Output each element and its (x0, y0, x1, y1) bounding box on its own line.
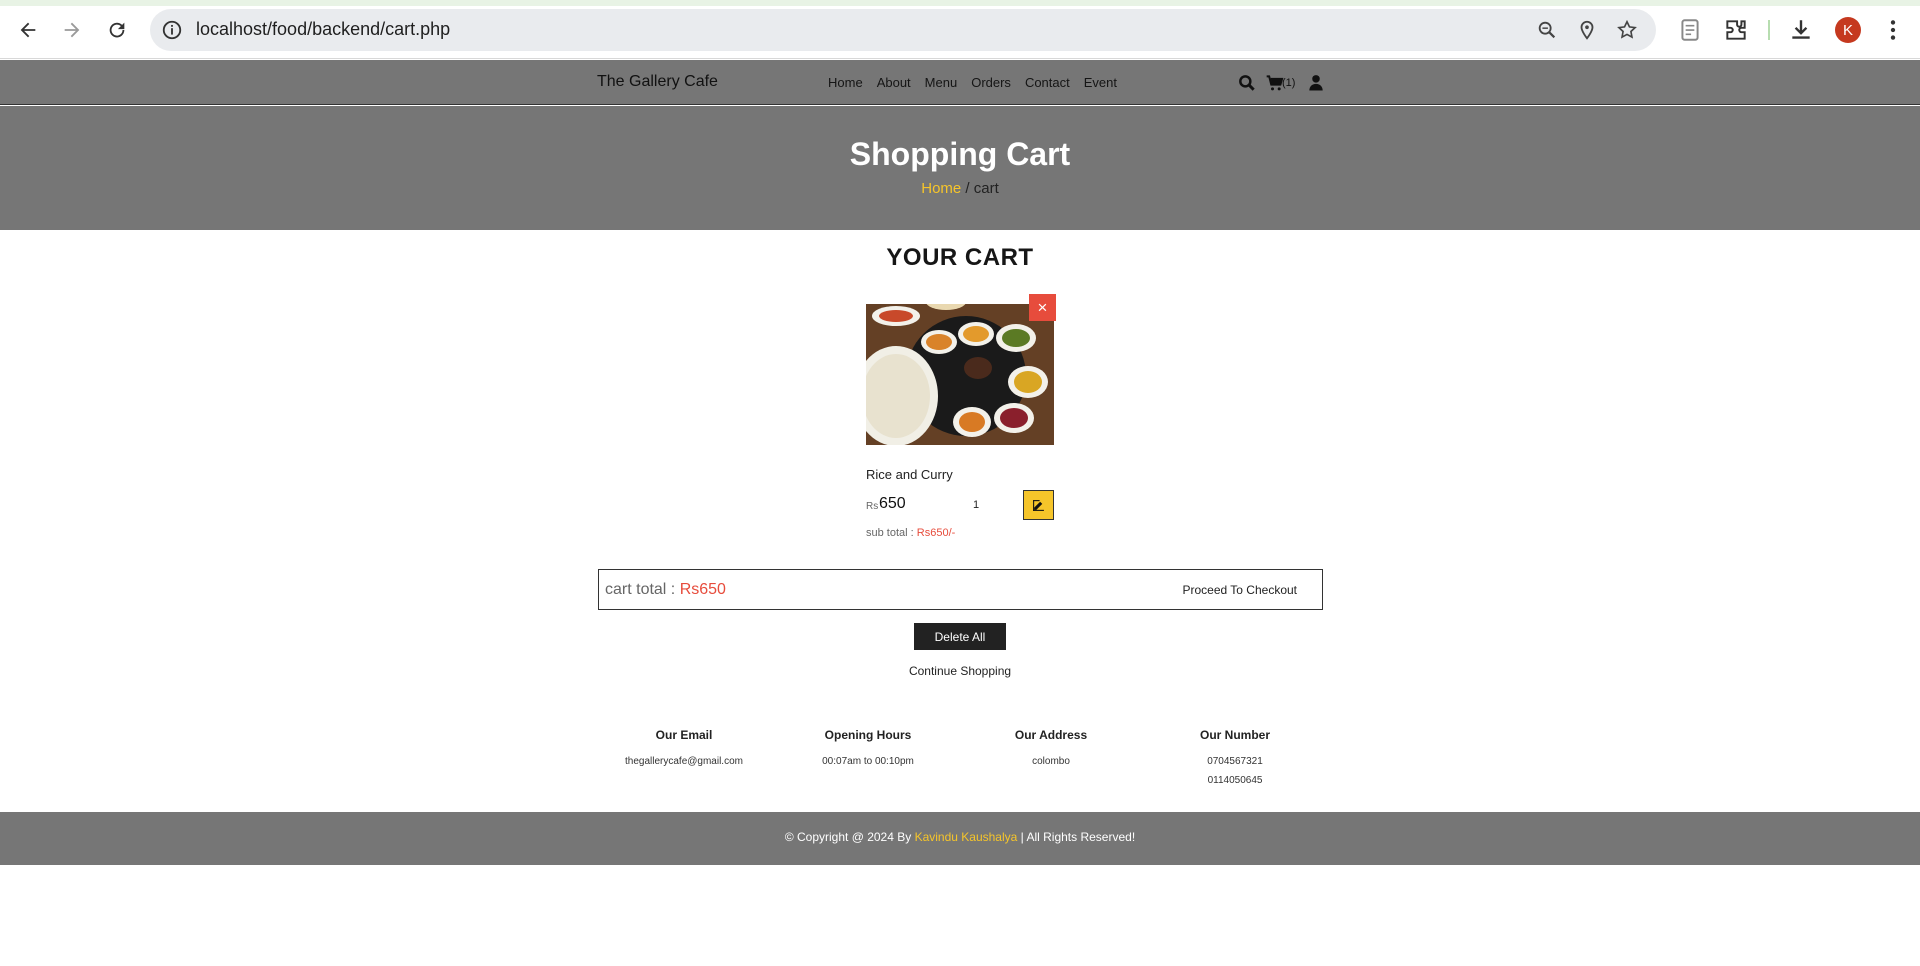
nav-menu[interactable]: Menu (925, 75, 958, 90)
download-icon[interactable] (1788, 17, 1814, 43)
subtotal-value: Rs650/- (916, 527, 956, 539)
edit-icon (1033, 499, 1044, 511)
nav-home[interactable]: Home (828, 75, 863, 90)
copyright-prefix: © Copyright @ 2024 By (784, 830, 915, 844)
site-logo[interactable]: The Gallery Cafe (597, 73, 718, 91)
email-heading: Our Email (655, 728, 713, 742)
info-address: Our Address colombo (961, 728, 1141, 771)
extensions-icon[interactable] (1723, 17, 1749, 43)
main-nav: Home About Menu Orders Contact Event (828, 75, 1131, 90)
number-heading: Our Number (1199, 728, 1270, 742)
continue-shopping-link: Continue Shopping (0, 664, 1920, 678)
info-hours: Opening Hours 00:07am to 00:10pm (778, 728, 958, 771)
hours-value: 00:07am to 00:10pm (822, 756, 914, 767)
breadcrumb-current: / cart (961, 180, 999, 197)
address-bar[interactable]: localhost/food/backend/cart.php (150, 9, 1656, 51)
breadcrumb-home-link[interactable]: Home (921, 180, 961, 197)
nav-event[interactable]: Event (1084, 75, 1117, 90)
arrow-left-icon (20, 22, 36, 38)
browser-toolbar: localhost/food/backend/cart.php K (0, 0, 1920, 59)
cart-heading: YOUR CART (886, 244, 1034, 271)
location-icon[interactable] (1576, 19, 1598, 41)
product-price: 650 (879, 495, 906, 512)
page-title: Shopping Cart (849, 136, 1071, 172)
toolbar-separator (1768, 20, 1770, 40)
address-value: colombo (1032, 756, 1070, 767)
address-heading: Our Address (1014, 728, 1088, 742)
nav-orders[interactable]: Orders (971, 75, 1011, 90)
delete-all-button[interactable]: Delete All (914, 623, 1006, 650)
cart-total-value: Rs650 (679, 581, 726, 598)
product-image (866, 304, 1054, 445)
copyright-suffix: | All Rights Reserved! (1017, 830, 1136, 844)
nav-about[interactable]: About (877, 75, 911, 90)
cart-total: cart total : Rs650 (605, 581, 726, 599)
copyright-bar: © Copyright @ 2024 By Kavindu Kaushalya … (0, 812, 1920, 865)
reload-icon (109, 22, 125, 38)
reading-mode-icon[interactable] (1677, 17, 1703, 43)
site-header: The Gallery Cafe Home About Menu Orders … (0, 60, 1920, 105)
bookmark-star-icon[interactable] (1616, 19, 1638, 41)
cart-total-label: cart total : (605, 581, 680, 598)
info-email: Our Email thegallerycafe@gmail.com (594, 728, 774, 771)
cart-count-badge[interactable]: (1) (1282, 77, 1295, 89)
continue-shopping-text[interactable]: Continue Shopping (909, 664, 1011, 678)
subtotal-label: sub total : (866, 527, 917, 539)
quantity-input[interactable]: 1 (973, 499, 979, 511)
author-link[interactable]: Kavindu Kaushalya (915, 830, 1018, 844)
user-icon[interactable] (1306, 73, 1326, 93)
remove-item-button[interactable]: × (1029, 294, 1056, 321)
product-name: Rice and Curry (866, 467, 953, 482)
tab-strip-edge (0, 0, 1920, 6)
reload-button[interactable] (102, 15, 132, 45)
phone-number-1: 0704567321 (1207, 756, 1263, 767)
back-button[interactable] (13, 15, 43, 45)
hours-heading: Opening Hours (824, 728, 912, 742)
breadcrumb: Home / cart (0, 180, 1920, 197)
email-value: thegallerycafe@gmail.com (625, 756, 743, 767)
forward-button[interactable] (57, 15, 87, 45)
page-banner: Shopping Cart Home / cart (0, 106, 1920, 230)
phone-number-2: 0114050645 (1207, 775, 1263, 786)
profile-avatar[interactable]: K (1835, 17, 1861, 43)
arrow-right-icon (64, 22, 80, 38)
price-currency: Rs (866, 501, 879, 512)
nav-contact[interactable]: Contact (1025, 75, 1070, 90)
search-icon[interactable] (1237, 73, 1257, 93)
more-menu-icon[interactable] (1880, 17, 1906, 43)
item-subtotal: sub total : Rs650/- (866, 527, 955, 539)
rice-and-curry-photo (866, 304, 1054, 445)
url-text: localhost/food/backend/cart.php (196, 19, 451, 39)
site-info-icon[interactable] (161, 19, 183, 41)
proceed-to-checkout-button[interactable]: Proceed To Checkout (1182, 583, 1297, 597)
info-number: Our Number 0704567321 0114050645 (1145, 728, 1325, 790)
cart-item-card: × Rice and Curry Rs 650 1 sub total : Rs… (866, 294, 1056, 544)
zoom-icon[interactable] (1536, 19, 1558, 41)
update-quantity-button[interactable] (1023, 490, 1054, 520)
cart-total-bar: cart total : Rs650 Proceed To Checkout (598, 569, 1323, 610)
